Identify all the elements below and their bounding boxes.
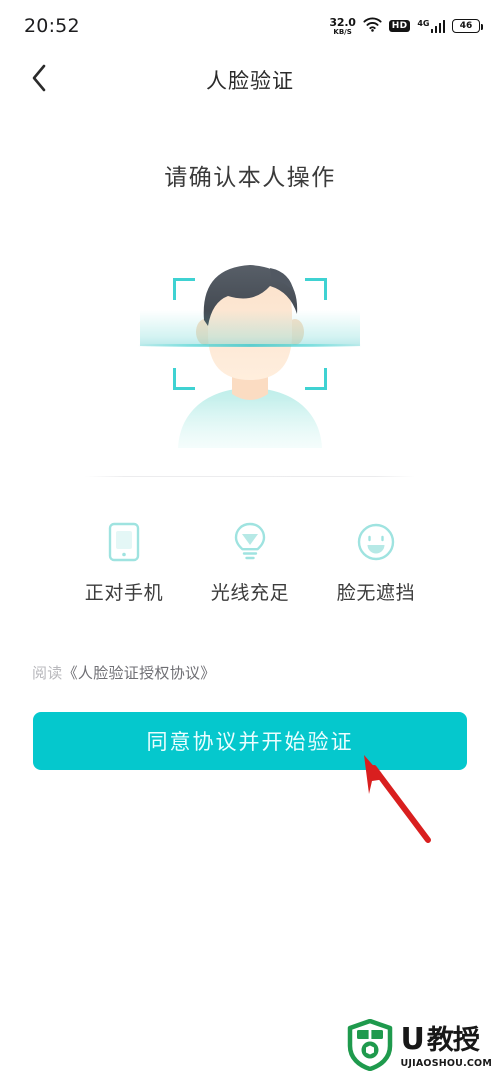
watermark-name: 教授 bbox=[426, 1025, 480, 1057]
smiley-face-icon bbox=[356, 520, 396, 564]
section-divider bbox=[85, 476, 415, 477]
tip-item-face-unobstructed: 脸无遮挡 bbox=[313, 520, 439, 605]
scan-glow bbox=[140, 310, 360, 346]
tip-item-face-phone: 正对手机 bbox=[61, 520, 187, 605]
signal-strength-bars bbox=[430, 19, 445, 33]
network-speed-value: 32.0 bbox=[329, 15, 356, 29]
watermark-letter: U bbox=[400, 1022, 425, 1058]
lightbulb-icon bbox=[233, 520, 267, 564]
phone-screen: 20:52 32.0 KB/S HD 4G 46 人脸验证 请确认本人操作 正对… bbox=[0, 0, 500, 1084]
main-heading: 请确认本人操作 bbox=[164, 165, 336, 191]
chevron-left-icon bbox=[31, 64, 47, 96]
navigation-bar: 人脸验证 bbox=[0, 52, 500, 108]
agreement-link[interactable]: 《人脸验证授权协议》 bbox=[63, 664, 216, 682]
tip-label: 光线充足 bbox=[210, 582, 290, 604]
page-title: 人脸验证 bbox=[206, 69, 294, 93]
tip-item-good-light: 光线充足 bbox=[187, 520, 313, 605]
signal-bars-icon: 4G bbox=[417, 18, 445, 33]
face-scan-illustration bbox=[138, 248, 362, 448]
status-clock: 20:52 bbox=[24, 15, 80, 37]
network-type-label: 4G bbox=[417, 18, 430, 28]
battery-level-label: 46 bbox=[459, 20, 473, 31]
frame-corner-top-right bbox=[305, 278, 327, 300]
scan-line bbox=[138, 344, 362, 347]
network-speed-indicator: 32.0 KB/S bbox=[329, 15, 356, 36]
status-bar: 20:52 32.0 KB/S HD 4G 46 bbox=[0, 0, 500, 52]
frame-corner-bottom-right bbox=[305, 368, 327, 390]
phone-icon bbox=[108, 520, 140, 564]
status-icons: 32.0 KB/S HD 4G 46 bbox=[329, 15, 483, 36]
watermark: U 教授 UJIAOSHOU.COM bbox=[347, 1018, 492, 1076]
back-button[interactable] bbox=[18, 59, 60, 101]
watermark-brand: U 教授 bbox=[400, 1025, 492, 1055]
frame-corner-top-left bbox=[173, 278, 195, 300]
watermark-domain: UJIAOSHOU.COM bbox=[400, 1058, 492, 1070]
agreement-line: 阅读《人脸验证授权协议》 bbox=[32, 662, 216, 683]
tip-label: 脸无遮挡 bbox=[336, 582, 416, 604]
network-speed-unit: KB/S bbox=[333, 27, 352, 36]
frame-corner-bottom-left bbox=[173, 368, 195, 390]
wifi-icon bbox=[363, 17, 382, 36]
tips-row: 正对手机 光线充足 脸无遮挡 bbox=[0, 520, 500, 605]
agree-and-start-verification-button[interactable]: 同意协议并开始验证 bbox=[33, 712, 467, 770]
tip-label: 正对手机 bbox=[84, 582, 164, 604]
hd-badge-icon: HD bbox=[388, 19, 411, 33]
shield-logo-icon bbox=[347, 1018, 393, 1075]
watermark-text: U 教授 UJIAOSHOU.COM bbox=[400, 1025, 492, 1069]
battery-icon: 46 bbox=[452, 19, 483, 33]
agreement-prefix: 阅读 bbox=[32, 664, 63, 682]
